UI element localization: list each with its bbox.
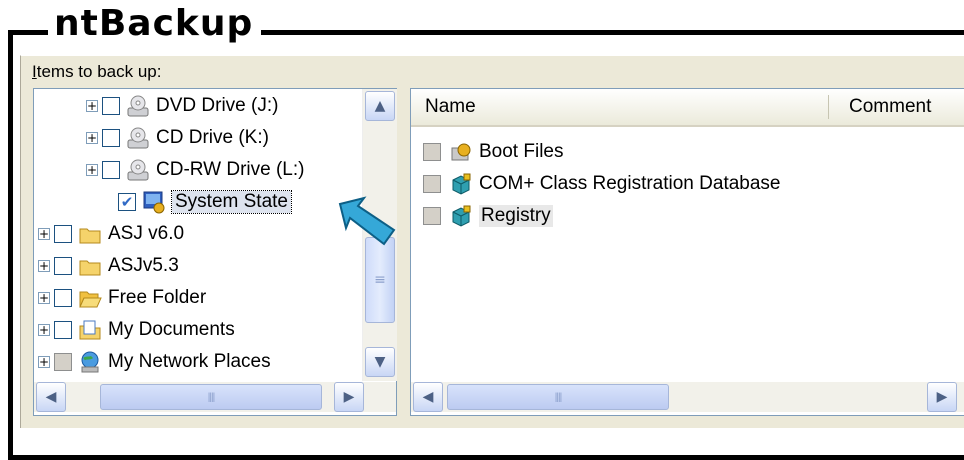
tree-item-cd-drive[interactable]: + CD Drive (K:) (86, 123, 269, 153)
list-item-label: Registry (479, 205, 553, 227)
items-to-back-up-label: Items to back up: (32, 62, 162, 81)
expand-icon[interactable]: + (38, 356, 50, 368)
tree-checkbox[interactable] (102, 161, 120, 179)
tree-checkbox[interactable] (54, 257, 72, 275)
tree-item-label: My Network Places (108, 351, 271, 372)
tree-item-system-state[interactable]: ✔ System State (118, 187, 292, 217)
folder-icon (79, 228, 101, 244)
scroll-thumb[interactable]: |||| (100, 384, 322, 410)
tree-item-my-documents[interactable]: + My Documents (38, 315, 235, 345)
tree-checkbox[interactable] (54, 289, 72, 307)
tree-item-label: My Documents (108, 319, 235, 340)
list-item-registry[interactable]: Registry (423, 201, 553, 231)
network-places-icon (81, 351, 99, 373)
expand-icon[interactable]: + (38, 324, 50, 336)
scroll-down-button[interactable]: ▼ (365, 347, 395, 377)
expand-icon[interactable]: + (86, 164, 98, 176)
list-checkbox[interactable] (423, 175, 441, 193)
tree-item-asj-v6[interactable]: + ASJ v6.0 (38, 219, 184, 249)
column-header-name[interactable]: Name (425, 96, 476, 118)
scroll-right-button[interactable]: ▶ (927, 382, 957, 412)
my-documents-icon (79, 320, 101, 340)
tree-item-label: ASJ v6.0 (108, 223, 185, 244)
cd-drive-icon (127, 127, 149, 149)
list-checkbox[interactable] (423, 143, 441, 161)
list-item-boot-files[interactable]: Boot Files (423, 137, 563, 167)
cd-drive-icon (127, 95, 149, 117)
scroll-left-button[interactable]: ◀ (413, 382, 443, 412)
expand-icon[interactable]: + (86, 132, 98, 144)
tree-checkbox[interactable] (102, 129, 120, 147)
list-header: Name Comment (411, 89, 964, 127)
column-divider[interactable] (828, 95, 829, 119)
list-checkbox[interactable] (423, 207, 441, 225)
open-folder-icon (79, 291, 102, 308)
page-title: ntBackup (48, 2, 262, 46)
scroll-up-button[interactable]: ▲ (365, 91, 395, 121)
component-icon (452, 173, 471, 195)
cd-drive-icon (127, 159, 149, 181)
boot-files-icon (451, 143, 471, 161)
pointer-arrow-icon (338, 196, 396, 246)
tree-horizontal-scrollbar[interactable]: ◀ |||| ▶ (34, 382, 396, 412)
list-item-label: COM+ Class Registration Database (479, 173, 781, 194)
list-item-com-plus-database[interactable]: COM+ Class Registration Database (423, 169, 781, 199)
scroll-left-button[interactable]: ◀ (36, 382, 66, 412)
column-header-comment[interactable]: Comment (849, 96, 931, 118)
tree-item-label: Free Folder (108, 287, 207, 308)
folder-icon (79, 260, 101, 276)
tree-item-label: System State (171, 190, 292, 214)
tree-checkbox[interactable] (54, 225, 72, 243)
list-item-label: Boot Files (479, 141, 564, 162)
expand-icon[interactable]: + (38, 260, 50, 272)
tree-item-label: CD Drive (K:) (156, 127, 269, 148)
tree-item-label: ASJv5.3 (108, 255, 179, 276)
component-icon (452, 205, 471, 227)
tree-checkbox[interactable] (102, 97, 120, 115)
tree-checkbox[interactable] (54, 321, 72, 339)
tree-item-my-network-places[interactable]: + My Network Places (38, 347, 271, 377)
expand-icon[interactable]: + (86, 100, 98, 112)
tree-item-free-folder[interactable]: + Free Folder (38, 283, 206, 313)
tree-item-label: DVD Drive (J:) (156, 95, 279, 116)
items-tree[interactable]: + DVD Drive (J:) + CD Drive (K:) + CD-RW… (33, 88, 397, 416)
tree-checkbox-partial[interactable] (54, 353, 72, 371)
tree-item-cd-rw-drive[interactable]: + CD-RW Drive (L:) (86, 155, 304, 185)
tree-checkbox-checked[interactable]: ✔ (118, 193, 136, 211)
tree-item-asj-v5[interactable]: + ASJv5.3 (38, 251, 179, 281)
tree-item-label: CD-RW Drive (L:) (156, 159, 305, 180)
expand-icon[interactable]: + (38, 228, 50, 240)
components-list[interactable]: Name Comment Boot Files COM+ Class Regis… (410, 88, 964, 416)
scroll-right-button[interactable]: ▶ (334, 382, 364, 412)
expand-icon[interactable]: + (38, 292, 50, 304)
tree-item-dvd-drive[interactable]: + DVD Drive (J:) (86, 91, 278, 121)
list-horizontal-scrollbar[interactable]: ◀ |||| ▶ (411, 382, 964, 412)
scroll-thumb[interactable]: |||| (447, 384, 669, 410)
system-state-icon (143, 191, 165, 214)
